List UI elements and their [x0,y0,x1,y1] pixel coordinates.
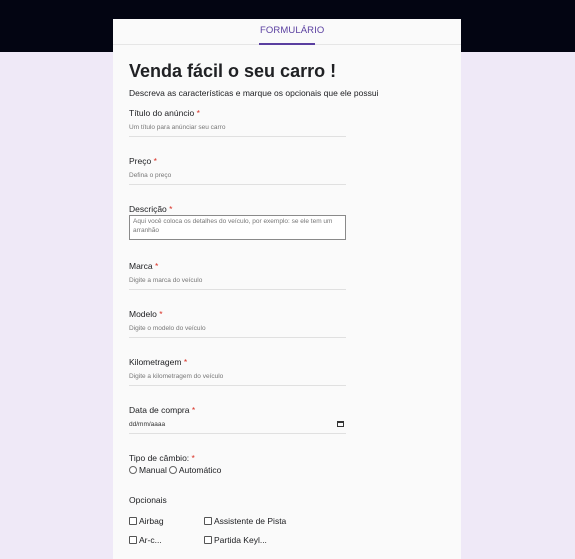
partida-keyless-option: Partida Keyl... [204,535,267,545]
manual-radio[interactable] [129,466,137,474]
titulo-label: Título do anúncio * [129,108,200,118]
form-subtitle: Descreva as características e marque os … [129,88,379,98]
data-compra-label: Data de compra * [129,405,196,415]
cambio-radio-group: Manual Automático [129,465,223,475]
automatico-radio[interactable] [168,466,177,474]
preco-label: Preço * [129,156,157,166]
ar-condicionado-label: Ar-c... [139,535,162,545]
partida-keyless-checkbox[interactable] [204,536,212,544]
descricao-label: Descrição * [129,204,173,214]
data-compra-input[interactable]: dd/mm/aaaa [129,417,346,434]
assistente-pista-checkbox[interactable] [204,517,212,525]
modelo-label: Modelo * [129,309,163,319]
preco-input[interactable]: Defina o preço [129,168,346,185]
titulo-input[interactable]: Um título para anúnciar seu carro [129,120,346,137]
ar-condicionado-checkbox[interactable] [129,536,137,544]
marca-input[interactable]: Digite a marca do veículo [129,273,346,290]
tab-formulario[interactable]: FORMULÁRIO [260,25,324,36]
form-card: FORMULÁRIO Venda fácil o seu carro ! Des… [113,19,461,559]
date-placeholder: dd/mm/aaaa [129,421,166,428]
tab-active-indicator [259,43,315,45]
tab-bar: FORMULÁRIO [113,19,461,45]
kilometragem-label: Kilometragem * [129,357,188,367]
assistente-pista-label: Assistente de Pista [214,516,287,526]
automatico-radio-label: Automático [178,465,222,475]
partida-keyless-label: Partida Keyl... [214,535,267,545]
cambio-label: Tipo de câmbio: * [129,453,195,463]
assistente-pista-option: Assistente de Pista [204,516,286,526]
form-title: Venda fácil o seu carro ! [129,61,337,81]
descricao-textarea[interactable]: Aqui você coloca os detalhes do veículo,… [129,215,346,240]
modelo-input[interactable]: Digite o modelo do veículo [129,321,346,338]
calendar-icon[interactable] [337,421,344,427]
airbag-label: Airbag [139,516,164,526]
marca-label: Marca * [129,261,159,271]
airbag-option: Airbag [129,516,164,526]
airbag-checkbox[interactable] [129,517,137,525]
manual-radio-label: Manual [139,465,167,475]
kilometragem-input[interactable]: Digite a kilometragem do veículo [129,369,346,386]
ar-condicionado-option: Ar-c... [129,535,162,545]
opcionais-title: Opcionais [129,495,167,505]
